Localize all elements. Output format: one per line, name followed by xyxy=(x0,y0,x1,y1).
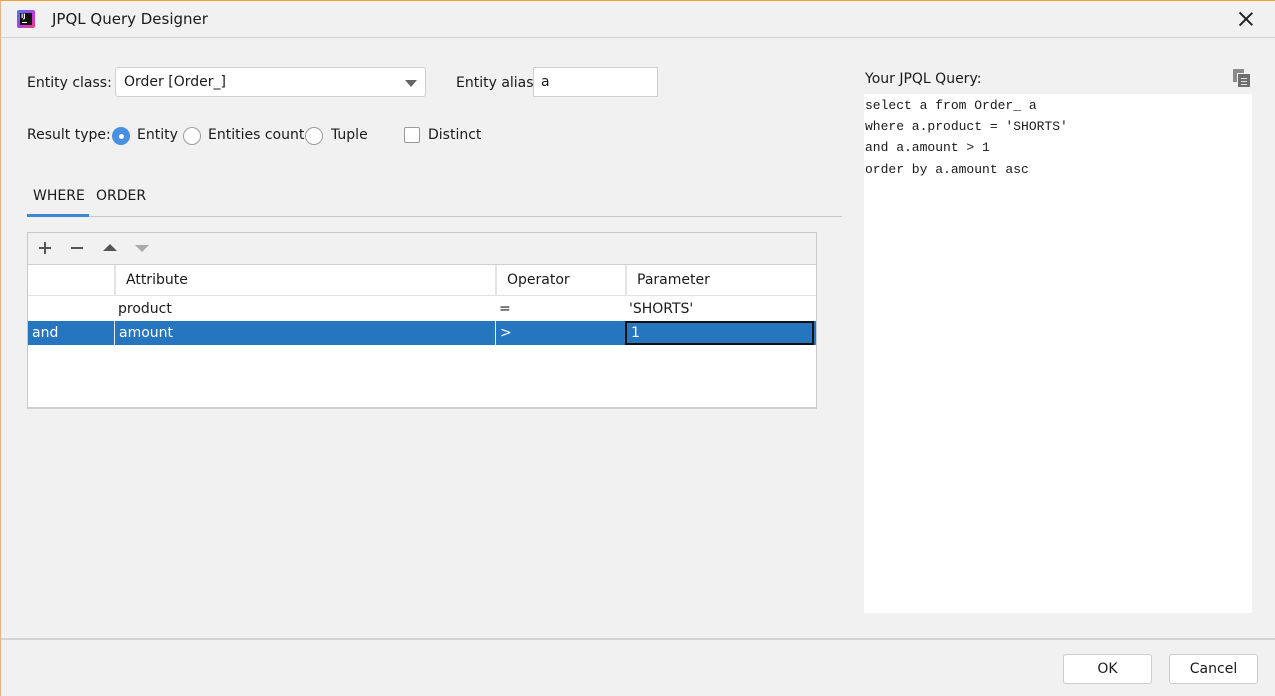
column-header-conjunction[interactable] xyxy=(28,265,114,295)
result-type-label: Result type: xyxy=(27,127,111,143)
footer-divider xyxy=(1,638,1275,640)
plus-icon[interactable] xyxy=(36,239,54,257)
query-line: select a from Order_ a xyxy=(865,98,1037,113)
radio-tuple-label[interactable]: Tuple xyxy=(331,127,368,143)
query-preview[interactable]: select a from Order_ a where a.product =… xyxy=(864,94,1252,613)
close-icon[interactable] xyxy=(1237,10,1255,28)
tab-where[interactable]: WHERE xyxy=(33,188,85,204)
table-toolbar xyxy=(28,233,816,265)
conditions-table: Attribute Operator Parameter product = '… xyxy=(27,232,817,409)
radio-entities-count-label[interactable]: Entities count xyxy=(208,127,304,143)
entity-class-value: Order [Order_] xyxy=(124,74,226,90)
cell-operator[interactable]: > xyxy=(495,321,625,345)
distinct-checkbox[interactable] xyxy=(404,127,420,143)
radio-entity[interactable] xyxy=(112,127,130,145)
active-tab-indicator xyxy=(27,214,89,217)
triangle-down-icon xyxy=(133,239,151,257)
query-label: Your JPQL Query: xyxy=(865,71,982,87)
cell-attribute[interactable]: amount xyxy=(114,321,495,345)
cell-conjunction[interactable]: and xyxy=(28,321,114,345)
copy-icon[interactable] xyxy=(1233,69,1251,88)
cell-conjunction[interactable] xyxy=(28,297,114,321)
radio-entity-label[interactable]: Entity xyxy=(137,127,178,143)
column-header-parameter[interactable]: Parameter xyxy=(625,265,816,295)
entity-alias-label: Entity alias: xyxy=(456,75,539,91)
minus-icon[interactable] xyxy=(68,239,86,257)
column-header-attribute[interactable]: Attribute xyxy=(114,265,495,295)
table-header: Attribute Operator Parameter xyxy=(28,265,816,296)
table-row-selected[interactable]: and amount > 1 xyxy=(28,321,816,345)
intellij-idea-icon: IJ xyxy=(17,10,35,28)
cell-attribute[interactable]: product xyxy=(114,297,495,321)
entity-class-label: Entity class: xyxy=(27,75,112,91)
column-header-operator[interactable]: Operator xyxy=(495,265,625,295)
cancel-button[interactable]: Cancel xyxy=(1169,654,1258,684)
window-title: JPQL Query Designer xyxy=(52,10,208,28)
query-line: order by a.amount asc xyxy=(865,162,1029,177)
entity-alias-input[interactable] xyxy=(533,67,658,97)
query-line: where a.product = 'SHORTS' xyxy=(865,119,1068,134)
table-row[interactable]: product = 'SHORTS' xyxy=(28,297,816,321)
ok-button[interactable]: OK xyxy=(1063,654,1152,684)
cell-parameter-editor[interactable]: 1 xyxy=(625,321,814,345)
radio-tuple[interactable] xyxy=(305,127,323,145)
tab-order[interactable]: ORDER xyxy=(96,188,146,204)
entity-class-dropdown[interactable]: Order [Order_] xyxy=(115,67,426,97)
clause-tabs: WHERE ORDER xyxy=(27,184,842,217)
jpql-query-designer-dialog: IJ JPQL Query Designer Entity class: Ord… xyxy=(0,0,1275,696)
chevron-down-icon xyxy=(405,80,417,87)
triangle-up-icon[interactable] xyxy=(101,239,119,257)
query-line: and a.amount > 1 xyxy=(865,140,990,155)
distinct-label[interactable]: Distinct xyxy=(428,127,481,143)
cell-parameter[interactable]: 'SHORTS' xyxy=(625,297,816,321)
title-bar: IJ JPQL Query Designer xyxy=(1,1,1275,38)
cell-operator[interactable]: = xyxy=(495,297,625,321)
radio-entities-count[interactable] xyxy=(183,127,201,145)
